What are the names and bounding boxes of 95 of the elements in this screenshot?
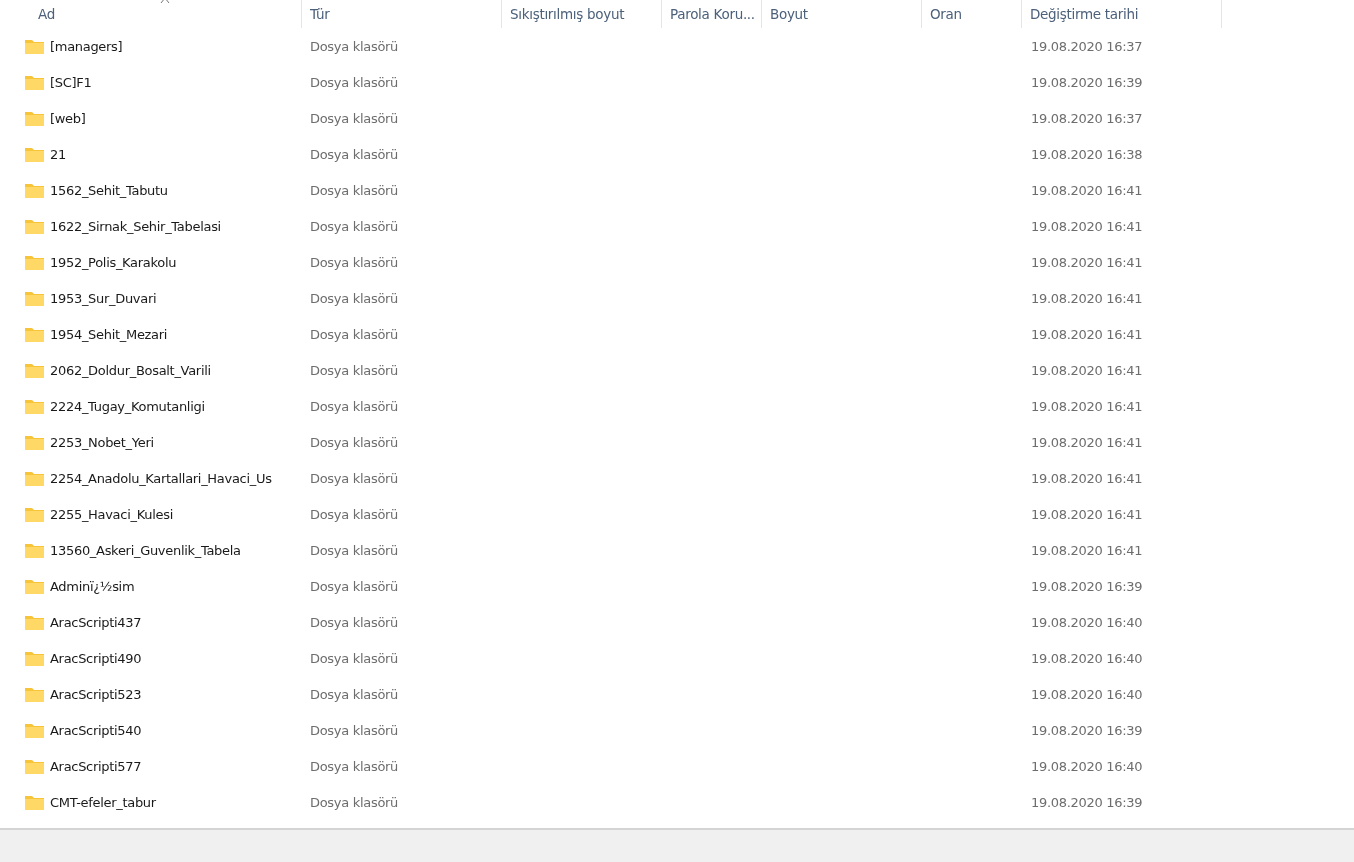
file-type: Dosya klasörü — [310, 254, 399, 270]
modified-date: 19.08.2020 16:37 — [1031, 110, 1143, 126]
column-header[interactable]: Ad — [38, 6, 55, 22]
modified-date: 19.08.2020 16:39 — [1031, 722, 1143, 738]
file-type: Dosya klasörü — [310, 686, 399, 702]
file-type: Dosya klasörü — [310, 146, 399, 162]
folder-icon — [25, 38, 44, 54]
modified-date: 19.08.2020 16:41 — [1031, 470, 1143, 486]
folder-icon — [25, 218, 44, 234]
column-header[interactable]: Sıkıştırılmış boyut — [510, 6, 625, 22]
folder-icon — [25, 146, 44, 162]
modified-date: 19.08.2020 16:41 — [1031, 254, 1143, 270]
modified-date: 19.08.2020 16:37 — [1031, 38, 1143, 54]
file-name[interactable]: 1622_Sirnak_Sehir_Tabelasi — [50, 218, 221, 234]
file-type: Dosya klasörü — [310, 218, 399, 234]
file-name[interactable]: 2254_Anadolu_Kartallari_Havaci_Us — [50, 470, 272, 486]
column-header[interactable]: Boyut — [770, 6, 808, 22]
file-name[interactable]: Adminï¿½sim — [50, 578, 135, 594]
modified-date: 19.08.2020 16:41 — [1031, 326, 1143, 342]
file-type: Dosya klasörü — [310, 542, 399, 558]
file-type: Dosya klasörü — [310, 290, 399, 306]
file-type: Dosya klasörü — [310, 470, 399, 486]
folder-icon — [25, 254, 44, 270]
modified-date: 19.08.2020 16:38 — [1031, 146, 1143, 162]
file-type: Dosya klasörü — [310, 650, 399, 666]
modified-date: 19.08.2020 16:41 — [1031, 506, 1143, 522]
modified-date: 19.08.2020 16:41 — [1031, 434, 1143, 450]
folder-icon — [25, 110, 44, 126]
file-name[interactable]: AracScripti523 — [50, 686, 142, 702]
file-name[interactable]: 21 — [50, 146, 66, 162]
file-type: Dosya klasörü — [310, 506, 399, 522]
file-type: Dosya klasörü — [310, 182, 399, 198]
file-name[interactable]: AracScripti437 — [50, 614, 142, 630]
folder-icon — [25, 362, 44, 378]
file-name[interactable]: AracScripti540 — [50, 722, 142, 738]
file-name[interactable]: 13560_Askeri_Guvenlik_Tabela — [50, 542, 241, 558]
file-type: Dosya klasörü — [310, 38, 399, 54]
modified-date: 19.08.2020 16:41 — [1031, 290, 1143, 306]
folder-icon — [25, 470, 44, 486]
file-type: Dosya klasörü — [310, 326, 399, 342]
file-type: Dosya klasörü — [310, 110, 399, 126]
file-name[interactable]: 1562_Sehit_Tabutu — [50, 182, 168, 198]
folder-icon — [25, 506, 44, 522]
file-type: Dosya klasörü — [310, 794, 399, 810]
modified-date: 19.08.2020 16:41 — [1031, 398, 1143, 414]
folder-icon — [25, 614, 44, 630]
file-type: Dosya klasörü — [310, 758, 399, 774]
modified-date: 19.08.2020 16:40 — [1031, 614, 1143, 630]
file-name[interactable]: 2062_Doldur_Bosalt_Varili — [50, 362, 211, 378]
folder-icon — [25, 290, 44, 306]
modified-date: 19.08.2020 16:40 — [1031, 686, 1143, 702]
file-name[interactable]: [managers] — [50, 38, 123, 54]
file-name[interactable]: 1952_Polis_Karakolu — [50, 254, 177, 270]
modified-date: 19.08.2020 16:39 — [1031, 74, 1143, 90]
modified-date: 19.08.2020 16:41 — [1031, 218, 1143, 234]
file-type: Dosya klasörü — [310, 614, 399, 630]
folder-icon — [25, 722, 44, 738]
file-name[interactable]: 2253_Nobet_Yeri — [50, 434, 154, 450]
file-name[interactable]: CMT-efeler_tabur — [50, 794, 156, 810]
file-name[interactable]: 2224_Tugay_Komutanligi — [50, 398, 205, 414]
folder-icon — [25, 74, 44, 90]
file-type: Dosya klasörü — [310, 74, 399, 90]
file-type: Dosya klasörü — [310, 362, 399, 378]
folder-icon — [25, 434, 44, 450]
file-name[interactable]: AracScripti577 — [50, 758, 142, 774]
folder-icon — [25, 182, 44, 198]
file-name[interactable]: 2255_Havaci_Kulesi — [50, 506, 173, 522]
file-type: Dosya klasörü — [310, 398, 399, 414]
folder-icon — [25, 686, 44, 702]
file-type: Dosya klasörü — [310, 578, 399, 594]
folder-icon — [25, 794, 44, 810]
column-header[interactable]: Oran — [930, 6, 962, 22]
column-header[interactable]: Parola Koru... — [670, 6, 755, 22]
modified-date: 19.08.2020 16:40 — [1031, 650, 1143, 666]
folder-icon — [25, 578, 44, 594]
folder-icon — [25, 326, 44, 342]
folder-icon — [25, 650, 44, 666]
file-name[interactable]: 1954_Sehit_Mezari — [50, 326, 168, 342]
column-header[interactable]: Değiştirme tarihi — [1030, 6, 1139, 22]
modified-date: 19.08.2020 16:39 — [1031, 578, 1143, 594]
file-name[interactable]: AracScripti490 — [50, 650, 142, 666]
file-name[interactable]: [web] — [50, 110, 86, 126]
file-type: Dosya klasörü — [310, 434, 399, 450]
modified-date: 19.08.2020 16:41 — [1031, 542, 1143, 558]
modified-date: 19.08.2020 16:39 — [1031, 794, 1143, 810]
folder-icon — [25, 398, 44, 414]
folder-icon — [25, 542, 44, 558]
file-type: Dosya klasörü — [310, 722, 399, 738]
column-header[interactable]: Tür — [310, 6, 330, 22]
file-name[interactable]: 1953_Sur_Duvari — [50, 290, 157, 306]
modified-date: 19.08.2020 16:40 — [1031, 758, 1143, 774]
modified-date: 19.08.2020 16:41 — [1031, 182, 1143, 198]
modified-date: 19.08.2020 16:41 — [1031, 362, 1143, 378]
folder-icon — [25, 758, 44, 774]
file-name[interactable]: [SC]F1 — [50, 74, 92, 90]
